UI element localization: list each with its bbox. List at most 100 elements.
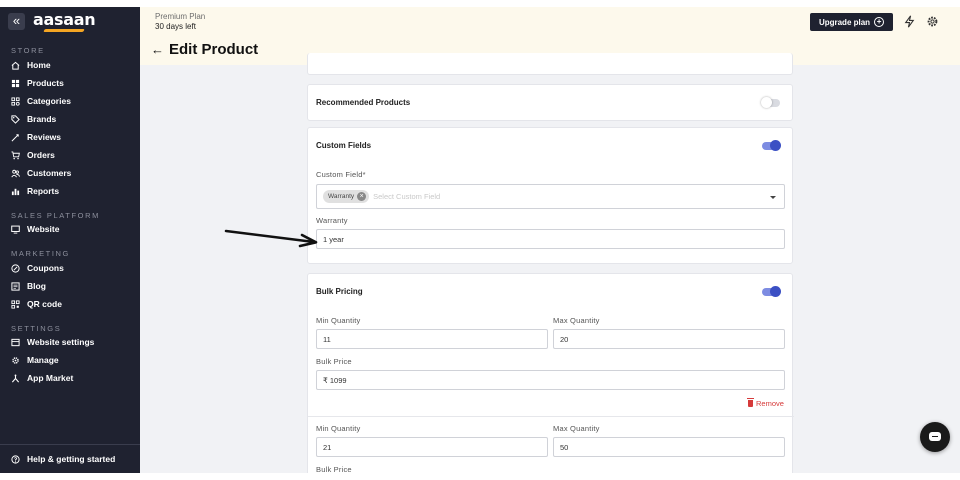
tier-divider [308, 416, 794, 417]
back-arrow-icon[interactable]: ← [151, 42, 164, 57]
sidebar-item-label: Help & getting started [27, 454, 116, 464]
remove-tier-button[interactable]: Remove [747, 398, 784, 408]
app-window: « aasaan STORE Home Products Categories … [0, 7, 960, 473]
toggle-knob [770, 286, 781, 297]
sidebar-item-label: App Market [27, 373, 74, 383]
chip-remove-icon[interactable]: × [357, 192, 367, 201]
sidebar-item-products[interactable]: Products [11, 75, 136, 91]
bar-chart-icon [11, 188, 20, 195]
collapse-sidebar-button[interactable]: « [8, 13, 25, 30]
max-quantity-value: 20 [560, 334, 569, 344]
thumb-icon [11, 133, 19, 141]
sidebar-item-reviews[interactable]: Reviews [11, 129, 136, 145]
sidebar-item-blog[interactable]: Blog [11, 278, 136, 294]
sidebar-item-reports[interactable]: Reports [11, 183, 136, 199]
sidebar-item-coupons[interactable]: Coupons [11, 260, 136, 276]
recommended-products-card: Recommended Products [307, 84, 793, 121]
settings-gear-icon[interactable] [926, 15, 939, 28]
bulk-price-input[interactable]: ₹ 1099 [316, 370, 785, 390]
sidebar-item-website-settings[interactable]: Website settings [11, 334, 136, 350]
sidebar-item-label: Website settings [27, 337, 95, 347]
max-quantity-input[interactable]: 20 [553, 329, 785, 349]
min-quantity-input[interactable]: 21 [316, 437, 548, 457]
custom-field-label: Custom Field* [316, 170, 366, 179]
chip-label: Warranty [328, 193, 355, 200]
chat-support-button[interactable] [920, 422, 950, 452]
custom-field-select[interactable]: Warranty × Select Custom Field [316, 184, 785, 209]
section-label-sales-platform: SALES PLATFORM [11, 211, 100, 220]
max-quantity-input[interactable]: 50 [553, 437, 785, 457]
toggle-knob [761, 97, 772, 108]
categories-icon [11, 96, 20, 106]
gear-icon [12, 356, 19, 364]
sidebar-item-qr-code[interactable]: QR code [11, 296, 136, 312]
previous-section-card [307, 53, 793, 75]
plan-name: Premium Plan [155, 12, 206, 21]
remove-label: Remove [756, 399, 784, 408]
sidebar-divider [0, 444, 140, 445]
sidebar-item-label: Manage [27, 355, 59, 365]
selected-chip: Warranty × [323, 190, 370, 203]
sidebar-item-label: QR code [27, 299, 62, 309]
bulk-pricing-toggle[interactable] [762, 286, 781, 297]
page-title: ← Edit Product [151, 41, 258, 58]
sidebar-item-label: Categories [27, 96, 71, 106]
tag-icon [11, 114, 20, 124]
home-icon [11, 61, 20, 70]
sidebar-item-label: Customers [27, 168, 72, 178]
sidebar-item-label: Products [27, 78, 64, 88]
min-quantity-label: Min Quantity [316, 424, 361, 433]
logo-underline [43, 29, 85, 32]
trash-icon [747, 398, 754, 407]
section-label-store: STORE [11, 46, 45, 55]
bulk-price-value: ₹ 1099 [323, 375, 347, 385]
sidebar-item-label: Blog [27, 281, 46, 291]
sidebar-item-label: Coupons [27, 263, 64, 273]
custom-fields-title: Custom Fields [316, 141, 372, 150]
help-icon [11, 454, 20, 464]
blog-icon [11, 281, 20, 291]
sidebar-item-orders[interactable]: Orders [11, 147, 136, 163]
cart-icon [11, 150, 20, 159]
max-quantity-value: 50 [560, 442, 569, 452]
warranty-input[interactable]: 1 year [316, 229, 785, 249]
sidebar-item-label: Website [27, 224, 60, 234]
sidebar-item-home[interactable]: Home [11, 57, 136, 73]
sidebar-item-app-market[interactable]: App Market [11, 370, 136, 386]
chevron-down-icon[interactable] [770, 196, 776, 199]
bulk-price-label: Bulk Price [316, 465, 352, 473]
min-quantity-label: Min Quantity [316, 316, 361, 325]
monitor-icon [11, 225, 20, 234]
browser-icon [11, 338, 20, 346]
warranty-value: 1 year [323, 234, 344, 244]
recommended-products-title: Recommended Products [316, 98, 411, 107]
sidebar-item-manage[interactable]: Manage [11, 352, 136, 368]
users-icon [11, 169, 20, 177]
coupon-icon [11, 263, 20, 273]
bulk-price-label: Bulk Price [316, 357, 352, 366]
lightning-icon[interactable] [903, 15, 916, 28]
min-quantity-input[interactable]: 11 [316, 329, 548, 349]
sidebar-item-categories[interactable]: Categories [11, 93, 136, 109]
sidebar-item-help[interactable]: Help & getting started [11, 451, 136, 467]
sidebar-item-label: Reviews [27, 132, 62, 142]
sidebar-item-label: Brands [27, 114, 57, 124]
sidebar-item-label: Orders [27, 150, 55, 160]
chat-icon [929, 432, 941, 441]
page-title-text: Edit Product [169, 41, 259, 58]
sidebar-item-brands[interactable]: Brands [11, 111, 136, 127]
bulk-pricing-card: Bulk Pricing Min Quantity 11 Max Quantit… [307, 273, 794, 473]
plus-circle-icon: + [874, 17, 885, 27]
app-market-icon [11, 373, 20, 382]
custom-fields-card: Custom Fields Custom Field* Warranty × S… [307, 127, 793, 264]
custom-fields-toggle[interactable] [762, 140, 781, 151]
section-label-marketing: MARKETING [11, 249, 70, 258]
logo[interactable]: aasaan [33, 10, 96, 29]
sidebar-item-customers[interactable]: Customers [11, 165, 136, 181]
sidebar-item-website[interactable]: Website [11, 221, 136, 237]
products-icon [11, 79, 20, 87]
section-label-settings: SETTINGS [11, 324, 62, 333]
upgrade-plan-button[interactable]: Upgrade plan + [810, 13, 893, 31]
sidebar-item-label: Home [27, 60, 51, 70]
recommended-products-toggle[interactable] [761, 97, 780, 108]
